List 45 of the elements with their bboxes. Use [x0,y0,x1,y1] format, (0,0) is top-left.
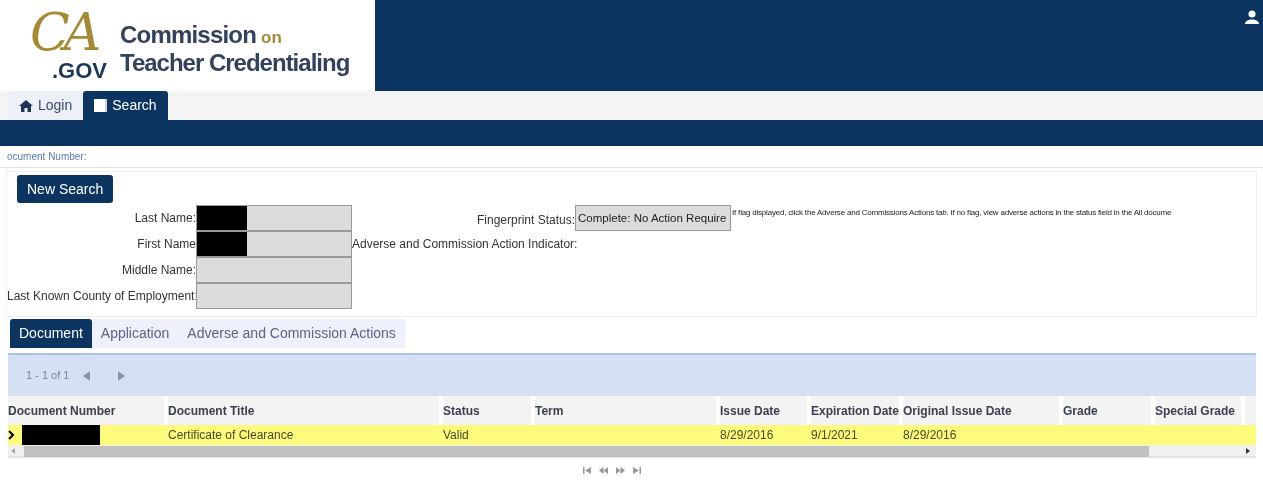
table-cell-text: 8/29/2016 [903,427,957,444]
logo-mark: CA [30,5,96,58]
last-page-icon[interactable] [633,467,641,474]
page-icon [94,99,108,112]
field-label: Last Known County of Employment: [7,288,196,305]
next-page-icon[interactable] [616,467,625,474]
table-cell-text: 9/1/2021 [811,427,858,444]
home-icon [19,99,33,112]
result-tab[interactable]: Adverse and Commission Actions [178,319,405,348]
user-icon[interactable] [1245,10,1259,24]
site-title: on [261,28,282,46]
new-search-button[interactable]: New Search [17,175,114,203]
field-label: ocument Number: [7,150,87,164]
field-label: Middle Name: [120,262,196,279]
table-row[interactable]: Certificate of Clearance Valid 8/29/2016 9/1/2021 8/29/2016 [8,425,1256,445]
previous-icon[interactable] [83,370,91,381]
previous-page-icon[interactable] [599,467,608,474]
field-label: Adverse and Commission Action Indicator: [352,236,578,253]
result-tab[interactable]: Document [10,319,92,348]
site-title: Teacher Credentialing [120,50,350,75]
status-field[interactable]: Complete: No Action Require [575,205,732,231]
text-field[interactable] [196,231,352,257]
scroll-left-icon[interactable] [11,448,15,454]
text-field[interactable] [196,205,352,231]
table-cell-text: Certificate of Clearance [168,427,294,444]
horizontal-scrollbar[interactable] [8,445,1256,458]
result-tab[interactable]: Application [91,319,179,348]
scroll-right-icon[interactable] [1246,448,1250,454]
field-label: First Name [136,236,196,253]
table-cell-text: Valid [443,427,469,444]
first-page-icon[interactable] [583,467,591,474]
table-cell-text: 8/29/2016 [720,427,774,444]
field-label: Last Name: [133,210,196,227]
text-field[interactable] [196,283,352,309]
chevron-icon[interactable] [8,430,15,440]
scrollbar-thumb[interactable] [24,446,1149,457]
site-title: Commission [120,22,257,47]
nav-tab[interactable]: Search [83,91,168,120]
help-text: If flag displayed, click the Adverse and Commissions Actions tab. If no flag, view adverse actions in the status field in the All docume [732,207,1172,219]
text-field[interactable] [196,257,352,283]
pager-summary: 1 - 1 of 1 [26,368,70,384]
field-label: Fingerprint Status: [477,212,576,229]
logo-suffix: .GOV [52,59,107,82]
next-icon[interactable] [118,370,126,381]
nav-tab[interactable]: Login [8,91,84,120]
